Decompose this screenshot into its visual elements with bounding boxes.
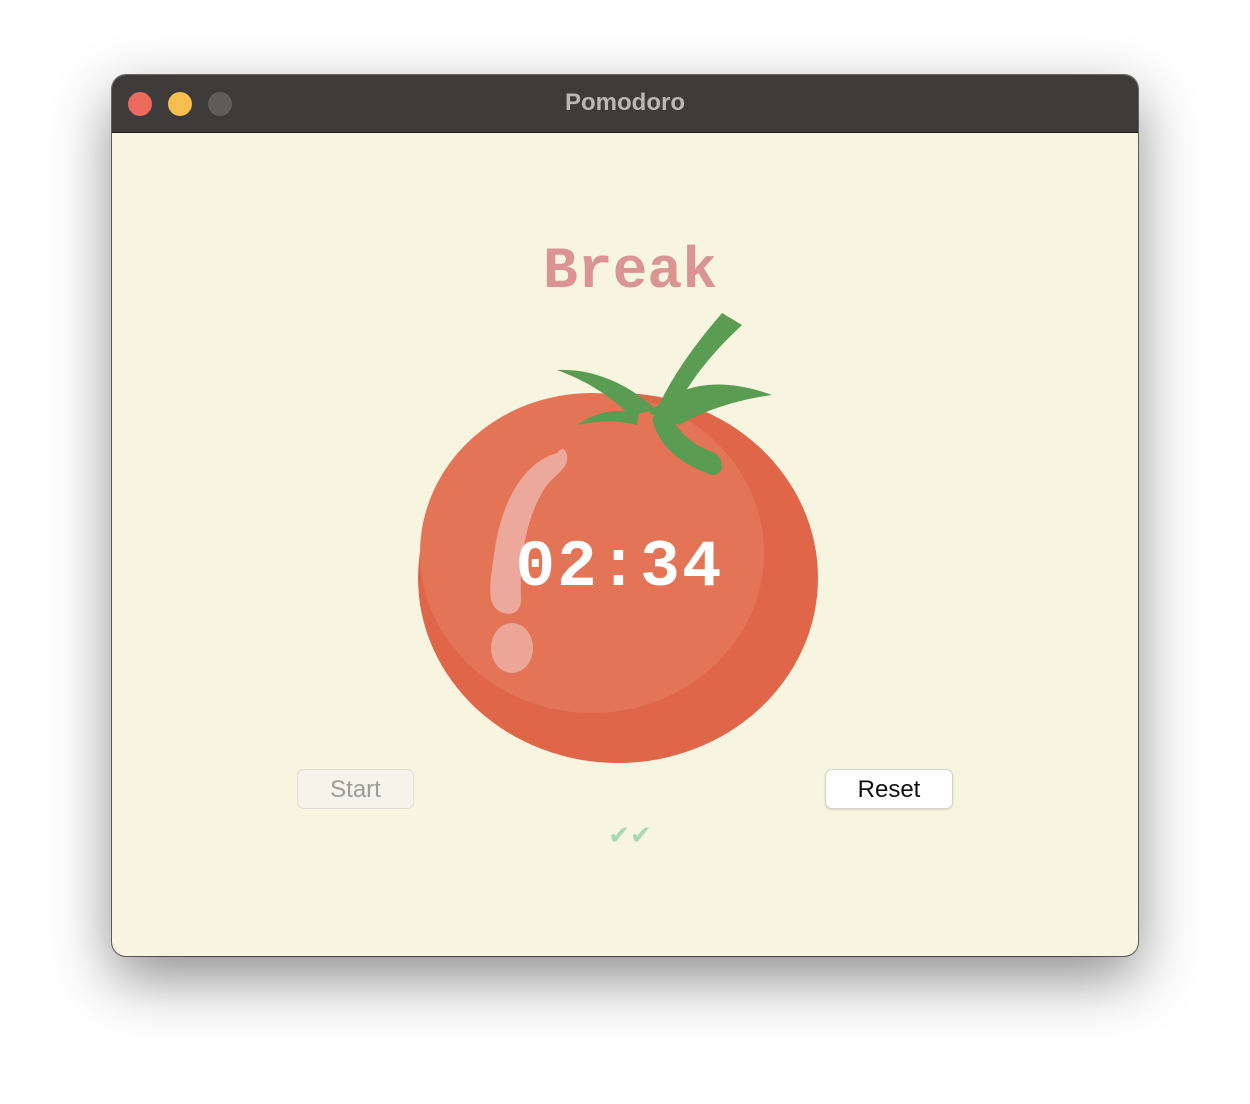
check-mark-icon: ✔✔	[608, 821, 652, 851]
timer-display: 02:34	[515, 530, 724, 605]
mode-label: Break	[542, 240, 718, 305]
main-content: Break 02:34 Start Reset ✔✔	[112, 133, 1138, 956]
window-title: Pomodoro	[565, 89, 685, 116]
start-button[interactable]: Start	[297, 769, 414, 809]
title-bar: Pomodoro	[112, 75, 1138, 133]
app-window: Pomodoro Break 02:34 Start Reset ✔✔	[112, 75, 1138, 956]
reset-button[interactable]: Reset	[825, 769, 953, 809]
